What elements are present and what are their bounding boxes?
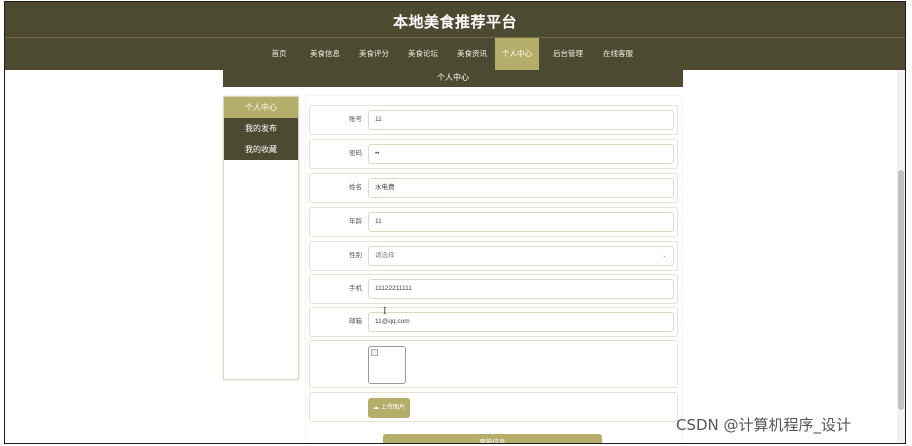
upload-row: ☁ 上传图片	[309, 392, 678, 422]
email-row: 邮箱 11@qq.com	[309, 307, 678, 337]
page-scrollbar[interactable]	[897, 70, 905, 443]
nav-food-news[interactable]: 美食资讯	[450, 38, 494, 70]
sidebar-item-my-posts[interactable]: 我的发布	[224, 118, 298, 139]
upload-image-label: 上传图片	[381, 405, 406, 411]
browser-frame: 本地美食推荐平台 首页 美食信息 美食评分 美食论坛 美食资讯 个人中心 后台管…	[4, 1, 906, 444]
chevron-down-icon: ⌄	[661, 253, 667, 259]
age-label: 年龄	[349, 218, 362, 225]
sidebar: 个人中心 我的发布 我的收藏	[223, 96, 299, 380]
text-cursor-icon: I	[383, 307, 387, 317]
site-header: 本地美食推荐平台	[5, 2, 905, 38]
sidebar-item-my-favorites[interactable]: 我的收藏	[224, 139, 298, 160]
email-input[interactable]: 11@qq.com	[368, 312, 674, 332]
nav-online-service[interactable]: 在线客服	[596, 38, 640, 70]
account-input[interactable]: 11	[368, 110, 674, 130]
phone-label: 手机	[349, 285, 362, 292]
account-label: 账号	[349, 116, 362, 123]
phone-input[interactable]: 11122211111	[368, 279, 674, 299]
account-row: 账号 11	[309, 105, 678, 135]
cloud-upload-icon: ☁	[373, 405, 379, 411]
section-title: 个人中心	[223, 70, 683, 87]
nav-food-info[interactable]: 美食信息	[303, 38, 347, 70]
nav-home[interactable]: 首页	[264, 38, 294, 70]
name-label: 姓名	[349, 184, 362, 191]
upload-image-button[interactable]: ☁ 上传图片	[368, 398, 411, 418]
avatar-image	[368, 346, 406, 384]
age-row: 年龄 11	[309, 207, 678, 237]
age-input[interactable]: 11	[368, 212, 674, 232]
email-label: 邮箱	[349, 318, 362, 325]
main-nav: 首页 美食信息 美食评分 美食论坛 美食资讯 个人中心 后台管理 在线客服	[5, 38, 905, 70]
broken-image-icon	[371, 349, 378, 356]
gender-row: 性别 请选择 ⌄	[309, 241, 678, 271]
password-row: 密码 ••	[309, 139, 678, 169]
sidebar-item-personal-center[interactable]: 个人中心	[224, 97, 298, 118]
nav-food-forum[interactable]: 美食论坛	[401, 38, 445, 70]
gender-label: 性别	[349, 252, 362, 259]
watermark: CSDN @计算机程序_设计	[676, 416, 852, 434]
name-input[interactable]: 水电费	[368, 178, 674, 198]
nav-food-rating[interactable]: 美食评分	[352, 38, 396, 70]
profile-form: 账号 11 密码 •• 姓名 水电费 年龄 11 性别 请选择 ⌄ 手机 111…	[306, 96, 682, 443]
password-input[interactable]: ••	[368, 144, 674, 164]
password-label: 密码	[349, 150, 362, 157]
avatar-row	[309, 340, 678, 388]
gender-select[interactable]: 请选择 ⌄	[368, 246, 674, 266]
scrollbar-thumb[interactable]	[898, 170, 904, 410]
update-info-button[interactable]: 更新信息	[383, 434, 602, 443]
nav-personal-center[interactable]: 个人中心	[495, 38, 539, 70]
phone-row: 手机 11122211111	[309, 274, 678, 304]
name-row: 姓名 水电费	[309, 173, 678, 203]
gender-select-value: 请选择	[375, 252, 395, 259]
site-title: 本地美食推荐平台	[392, 14, 517, 31]
nav-admin[interactable]: 后台管理	[546, 38, 590, 70]
